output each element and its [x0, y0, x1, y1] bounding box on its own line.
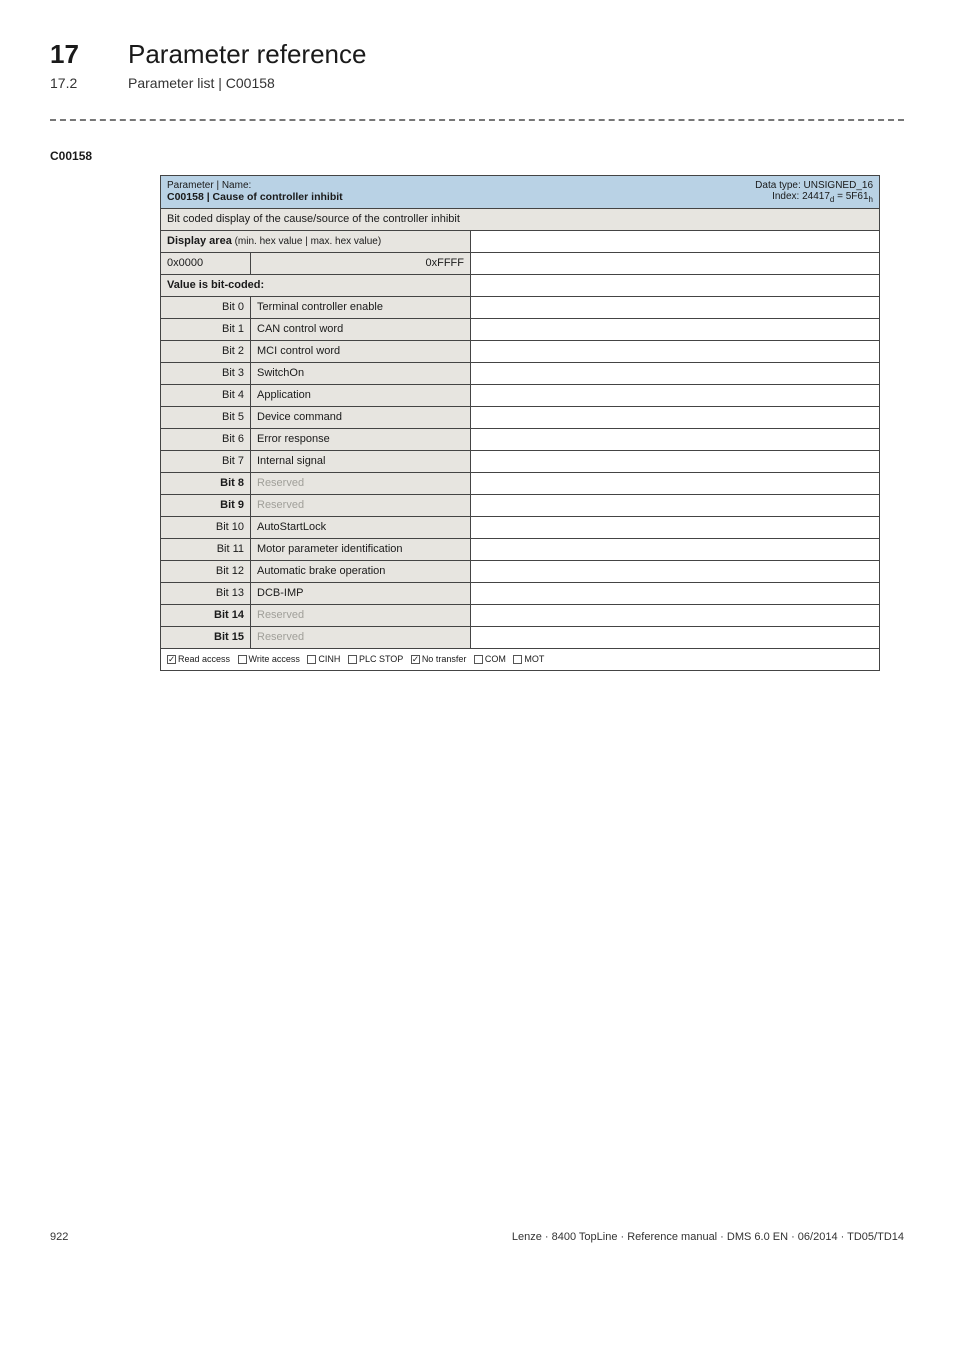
bit-spacer [471, 560, 880, 582]
checkbox-icon [411, 655, 420, 664]
checkbox-icon [513, 655, 522, 664]
bit-label: Bit 7 [161, 450, 251, 472]
bit-spacer [471, 494, 880, 516]
chapter-number: 17 [50, 40, 100, 69]
bit-label: Bit 1 [161, 318, 251, 340]
hex-max: 0xFFFF [251, 252, 471, 274]
bit-value: MCI control word [251, 340, 471, 362]
value-coded-label: Value is bit-coded: [161, 274, 471, 296]
bit-label: Bit 9 [161, 494, 251, 516]
bit-spacer [471, 450, 880, 472]
bit-value: Automatic brake operation [251, 560, 471, 582]
checkbox-icon [348, 655, 357, 664]
bit-label: Bit 15 [161, 626, 251, 648]
chapter-title: Parameter reference [128, 40, 366, 69]
bit-label: Bit 6 [161, 428, 251, 450]
bit-spacer [471, 296, 880, 318]
bit-spacer [471, 362, 880, 384]
param-datatype: Data type: UNSIGNED_16 [755, 180, 873, 191]
checkbox-icon [474, 655, 483, 664]
doc-info: Lenze · 8400 TopLine · Reference manual … [512, 1231, 904, 1243]
param-index: Index: 24417d = 5F61h [772, 191, 873, 202]
bit-value: Device command [251, 406, 471, 428]
bit-label: Bit 10 [161, 516, 251, 538]
bit-label: Bit 4 [161, 384, 251, 406]
bit-value: Reserved [251, 626, 471, 648]
bit-label: Bit 14 [161, 604, 251, 626]
bit-value: CAN control word [251, 318, 471, 340]
bit-spacer [471, 318, 880, 340]
param-name-label: Parameter | Name: [167, 180, 251, 191]
bit-value: AutoStartLock [251, 516, 471, 538]
checkbox-icon [167, 655, 176, 664]
bit-value: Motor parameter identification [251, 538, 471, 560]
bit-label: Bit 0 [161, 296, 251, 318]
divider [50, 119, 904, 121]
bit-spacer [471, 626, 880, 648]
access-flags: Read access Write access CINH PLC STOP N… [161, 648, 880, 670]
bit-label: Bit 11 [161, 538, 251, 560]
bit-value: Internal signal [251, 450, 471, 472]
bit-value: Reserved [251, 604, 471, 626]
hex-min: 0x0000 [161, 252, 251, 274]
chapter-sub-number: 17.2 [50, 75, 100, 91]
bit-spacer [471, 428, 880, 450]
bit-spacer [471, 582, 880, 604]
bit-value: Application [251, 384, 471, 406]
page-header: 17 17.2 Parameter reference Parameter li… [50, 40, 904, 91]
bit-spacer [471, 604, 880, 626]
bit-spacer [471, 472, 880, 494]
param-description: Bit coded display of the cause/source of… [161, 208, 880, 230]
bit-spacer [471, 340, 880, 362]
parameter-code-heading: C00158 [50, 149, 904, 163]
display-area-label: Display area (min. hex value | max. hex … [161, 230, 471, 252]
bit-label: Bit 5 [161, 406, 251, 428]
chapter-sub-title: Parameter list | C00158 [128, 75, 366, 91]
bit-value: Reserved [251, 494, 471, 516]
bit-spacer [471, 384, 880, 406]
checkbox-icon [307, 655, 316, 664]
bit-value: SwitchOn [251, 362, 471, 384]
bit-value: Terminal controller enable [251, 296, 471, 318]
param-name-value: C00158 | Cause of controller inhibit [167, 191, 343, 203]
parameter-table: Parameter | Name: C00158 | Cause of cont… [160, 175, 880, 671]
bit-spacer [471, 516, 880, 538]
page-footer: 922 Lenze · 8400 TopLine · Reference man… [50, 1231, 904, 1243]
bit-value: DCB-IMP [251, 582, 471, 604]
bit-label: Bit 3 [161, 362, 251, 384]
bit-spacer [471, 538, 880, 560]
bit-value: Reserved [251, 472, 471, 494]
checkbox-icon [238, 655, 247, 664]
bit-spacer [471, 406, 880, 428]
page-number: 922 [50, 1231, 68, 1243]
bit-value: Error response [251, 428, 471, 450]
bit-label: Bit 13 [161, 582, 251, 604]
bit-label: Bit 8 [161, 472, 251, 494]
bit-label: Bit 12 [161, 560, 251, 582]
bit-label: Bit 2 [161, 340, 251, 362]
